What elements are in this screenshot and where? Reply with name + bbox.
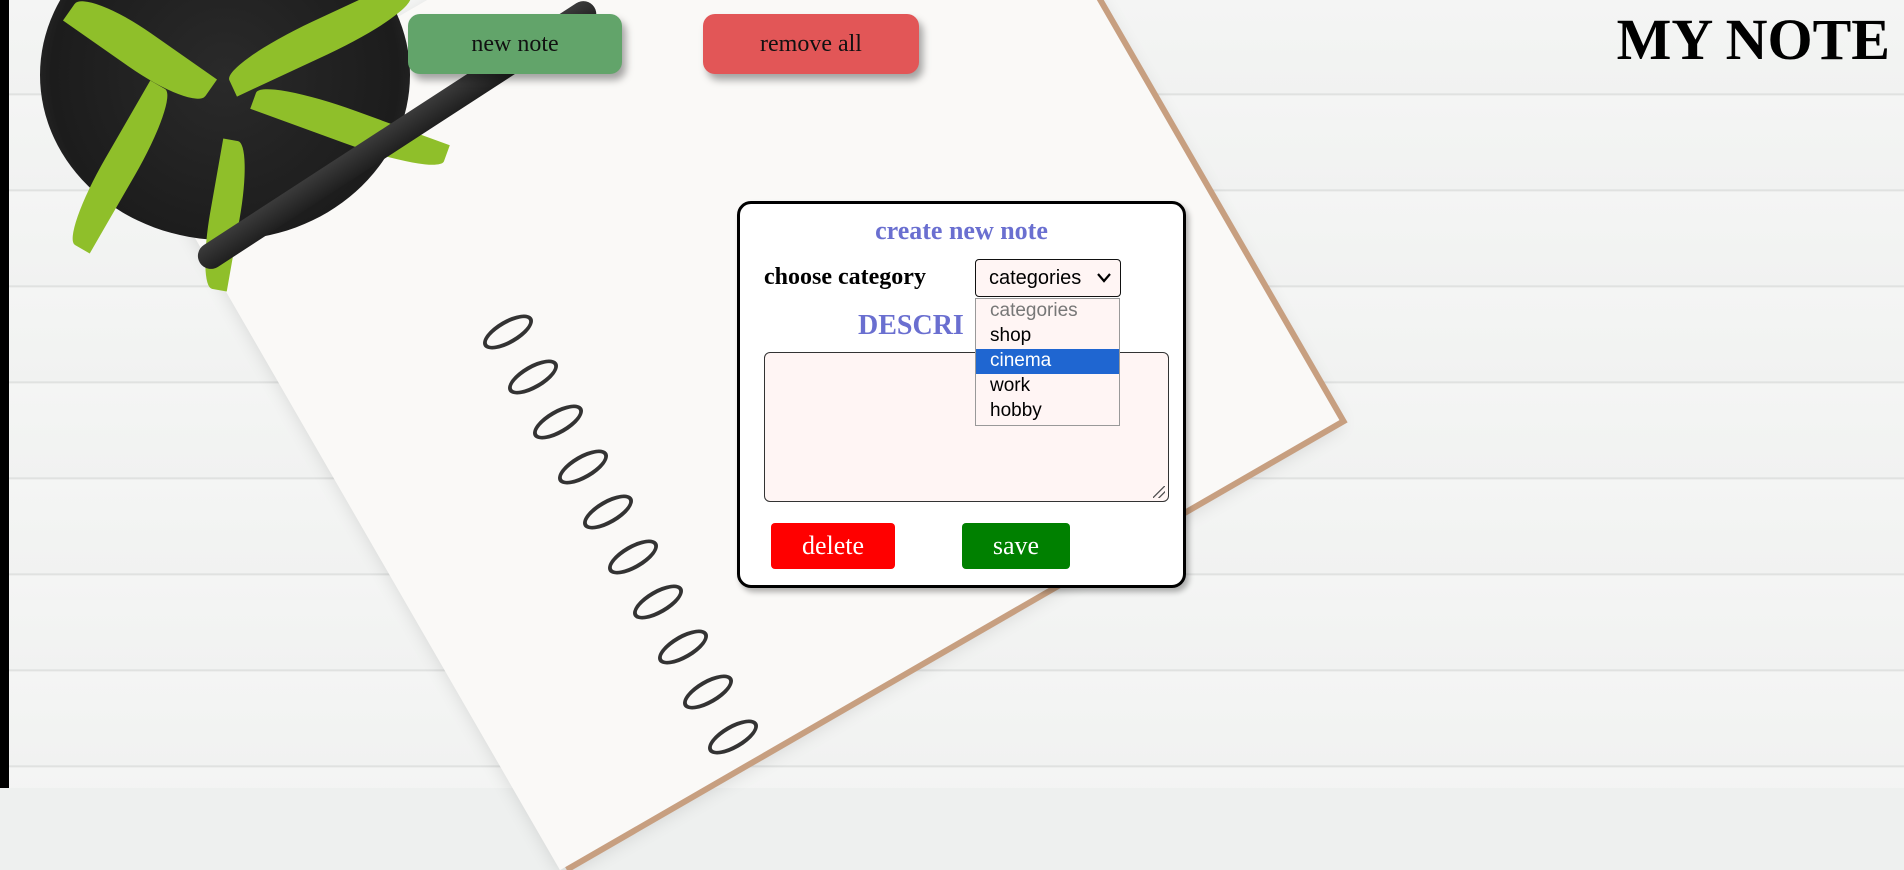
new-note-button[interactable]: new note	[408, 14, 622, 74]
category-option-cinema[interactable]: cinema	[976, 349, 1119, 374]
category-dropdown-list: categories shop cinema work hobby	[975, 298, 1120, 426]
resize-handle-icon[interactable]	[1153, 486, 1165, 498]
category-option-categories[interactable]: categories	[976, 299, 1119, 324]
choose-category-label: choose category	[764, 264, 926, 290]
category-option-hobby[interactable]: hobby	[976, 399, 1119, 424]
category-select[interactable]: categories	[975, 259, 1121, 297]
description-label: DESCRI	[858, 310, 964, 341]
category-option-shop[interactable]: shop	[976, 324, 1119, 349]
delete-button[interactable]: delete	[771, 523, 895, 569]
modal-title: create new note	[875, 216, 1048, 245]
category-option-work[interactable]: work	[976, 374, 1119, 399]
page-title: MY NOTE	[1616, 7, 1890, 72]
left-edge-bar	[0, 0, 9, 788]
save-button[interactable]: save	[962, 523, 1070, 569]
category-select-value: categories	[989, 267, 1082, 289]
remove-all-button[interactable]: remove all	[703, 14, 919, 74]
